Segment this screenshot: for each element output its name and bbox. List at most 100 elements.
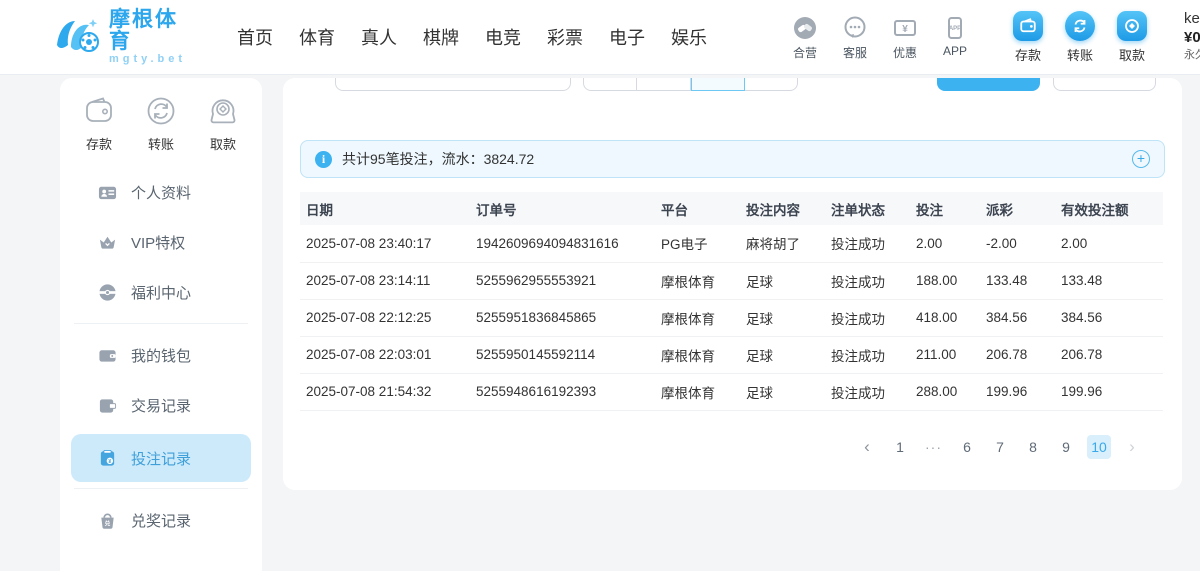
promo-button[interactable]: ¥ 优惠	[883, 14, 927, 61]
sidebar-item-vip[interactable]: VIP特权	[60, 217, 262, 267]
cell-stake: 2.00	[910, 225, 980, 262]
sidebar-divider	[74, 323, 248, 324]
table-row: 2025-07-08 22:03:01 5255950145592114 摩根体…	[300, 336, 1163, 373]
sidebar-deposit-button[interactable]: 存款	[76, 92, 122, 153]
transfer-button[interactable]: 转账	[1056, 11, 1104, 64]
deposit-wallet-icon	[1013, 11, 1043, 41]
sidebar-item-welfare[interactable]: 福利中心	[60, 267, 262, 317]
wallet-icon	[98, 346, 117, 365]
cell-valid-stake: 206.78	[1055, 336, 1163, 373]
withdraw-outline-icon	[204, 92, 242, 130]
cell-valid-stake: 199.96	[1055, 373, 1163, 410]
sidebar-item-label: VIP特权	[131, 232, 185, 253]
nav-lottery[interactable]: 彩票	[547, 24, 583, 50]
quick-range-segmented-control	[583, 78, 798, 91]
gift-icon	[98, 283, 117, 302]
page-10-current[interactable]: 10	[1087, 435, 1111, 459]
cell-status: 投注成功	[825, 299, 910, 336]
reset-button[interactable]	[1053, 78, 1156, 91]
search-button[interactable]	[937, 78, 1040, 91]
sidebar-item-redeem-records[interactable]: 兑 兑奖记录	[60, 495, 262, 545]
brand-logo-icon	[55, 15, 101, 60]
sidebar-withdraw-button[interactable]: 取款	[200, 92, 246, 153]
table-header-row: 日期 订单号 平台 投注内容 注单状态 投注 派彩 有效投注额	[300, 192, 1163, 225]
svg-text:兑: 兑	[105, 519, 111, 527]
sidebar-item-bet-records[interactable]: ¥ 投注记录	[71, 434, 251, 482]
col-stake: 投注	[910, 192, 980, 225]
top-header: 摩根体育 mgty.bet 首页 体育 真人 棋牌 电竞 彩票 电子 娱乐 合营	[0, 0, 1200, 75]
col-order-id: 订单号	[470, 192, 655, 225]
range-option-4[interactable]	[745, 78, 798, 91]
svg-text:¥: ¥	[108, 458, 111, 464]
cell-order-id: 1942609694094831616	[470, 225, 655, 262]
username[interactable]: kevin188	[1184, 10, 1200, 29]
nav-slots[interactable]: 电子	[609, 24, 645, 50]
nav-esports[interactable]: 电竞	[485, 24, 521, 50]
sidebar-item-label: 投注记录	[131, 448, 191, 469]
cell-date: 2025-07-08 23:40:17	[300, 225, 470, 262]
deposit-outline-icon	[80, 92, 118, 130]
col-date: 日期	[300, 192, 470, 225]
date-range-input[interactable]	[335, 78, 571, 91]
cell-order-id: 5255951836845865	[470, 299, 655, 336]
next-page-button[interactable]: ›	[1120, 435, 1144, 459]
page-1[interactable]: 1	[888, 435, 912, 459]
nav-entertainment[interactable]: 娱乐	[671, 24, 707, 50]
page-9[interactable]: 9	[1054, 435, 1078, 459]
col-valid-stake: 有效投注额	[1055, 192, 1163, 225]
page-ellipsis[interactable]: ···	[921, 435, 946, 459]
nav-home[interactable]: 首页	[237, 24, 273, 50]
cell-payout: -2.00	[980, 225, 1055, 262]
table-row: 2025-07-08 23:40:17 1942609694094831616 …	[300, 225, 1163, 262]
permanent-url-text: 永久地址:mgty.bet	[1184, 49, 1200, 63]
col-platform: 平台	[655, 192, 740, 225]
cell-status: 投注成功	[825, 373, 910, 410]
withdraw-button[interactable]: 取款	[1108, 11, 1156, 64]
range-option-3-selected[interactable]	[691, 78, 745, 91]
chat-bubble-icon	[842, 14, 868, 42]
nav-sports[interactable]: 体育	[299, 24, 335, 50]
support-button[interactable]: 客服	[833, 14, 877, 61]
header-blue-actions: 存款 转账 取款	[1002, 11, 1158, 64]
balance-amount: ¥0.00	[1184, 29, 1200, 48]
expand-plus-icon[interactable]: +	[1132, 150, 1150, 168]
deposit-button[interactable]: 存款	[1004, 11, 1052, 64]
nav-live[interactable]: 真人	[361, 24, 397, 50]
brand-logo[interactable]: 摩根体育 mgty.bet	[55, 9, 186, 65]
user-info: kevin188 VIP0 ¥0.00 永久地址:mgty.bet	[1184, 10, 1200, 64]
cell-platform: 摩根体育	[655, 262, 740, 299]
summary-bar: i 共计95笔投注，流水：3824.72 +	[300, 140, 1165, 178]
sidebar-item-wallet[interactable]: 我的钱包	[60, 330, 262, 380]
cell-status: 投注成功	[825, 225, 910, 262]
sidebar-divider	[74, 488, 248, 489]
cell-bet-content: 足球	[740, 299, 825, 336]
main-nav: 首页 体育 真人 棋牌 电竞 彩票 电子 娱乐	[224, 24, 720, 50]
coupon-icon: ¥	[892, 14, 918, 42]
page-6[interactable]: 6	[955, 435, 979, 459]
range-option-2[interactable]	[637, 78, 690, 91]
cell-status: 投注成功	[825, 336, 910, 373]
cell-valid-stake: 384.56	[1055, 299, 1163, 336]
partner-button[interactable]: 合营	[783, 14, 827, 61]
app-download-button[interactable]: APP APP	[933, 14, 977, 61]
cell-bet-content: 麻将胡了	[740, 225, 825, 262]
page-7[interactable]: 7	[988, 435, 1012, 459]
cell-payout: 199.96	[980, 373, 1055, 410]
table-row: 2025-07-08 22:12:25 5255951836845865 摩根体…	[300, 299, 1163, 336]
prev-page-button[interactable]: ‹	[855, 435, 879, 459]
range-option-1[interactable]	[583, 78, 637, 91]
cell-order-id: 5255948616192393	[470, 373, 655, 410]
nav-cards[interactable]: 棋牌	[423, 24, 459, 50]
bet-records-icon: ¥	[98, 449, 117, 468]
table-row: 2025-07-08 23:14:11 5255962955553921 摩根体…	[300, 262, 1163, 299]
sidebar-item-transactions[interactable]: 交易记录	[60, 380, 262, 430]
cell-platform: PG电子	[655, 225, 740, 262]
sidebar-item-profile[interactable]: 个人资料	[60, 167, 262, 217]
cell-payout: 133.48	[980, 262, 1055, 299]
sidebar-transfer-button[interactable]: 转账	[138, 92, 184, 153]
cell-payout: 384.56	[980, 299, 1055, 336]
cell-valid-stake: 133.48	[1055, 262, 1163, 299]
transaction-card-icon	[98, 396, 117, 415]
page-8[interactable]: 8	[1021, 435, 1045, 459]
cell-date: 2025-07-08 21:54:32	[300, 373, 470, 410]
